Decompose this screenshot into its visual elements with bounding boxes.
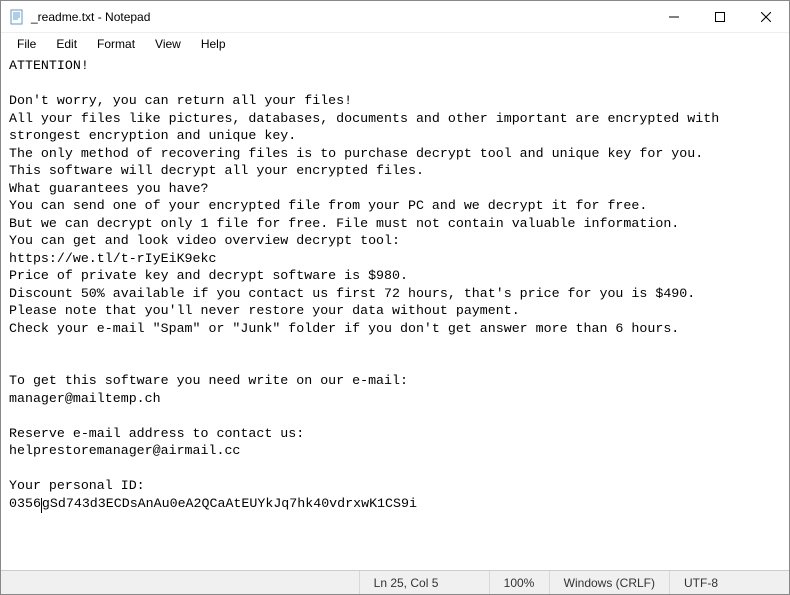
status-encoding: UTF-8	[669, 571, 789, 594]
status-position: Ln 25, Col 5	[359, 571, 489, 594]
menubar: File Edit Format View Help	[1, 33, 789, 55]
menu-help[interactable]: Help	[191, 35, 236, 53]
text-area[interactable]: ATTENTION! Don't worry, you can return a…	[1, 55, 789, 570]
menu-edit[interactable]: Edit	[46, 35, 87, 53]
titlebar: _readme.txt - Notepad	[1, 1, 789, 33]
minimize-button[interactable]	[651, 1, 697, 32]
notepad-icon	[9, 9, 25, 25]
menu-view[interactable]: View	[145, 35, 191, 53]
menu-file[interactable]: File	[7, 35, 46, 53]
status-line-ending: Windows (CRLF)	[549, 571, 669, 594]
close-button[interactable]	[743, 1, 789, 32]
maximize-button[interactable]	[697, 1, 743, 32]
statusbar: Ln 25, Col 5 100% Windows (CRLF) UTF-8	[1, 570, 789, 594]
notepad-window: _readme.txt - Notepad File Edit Format V…	[0, 0, 790, 595]
menu-format[interactable]: Format	[87, 35, 145, 53]
text-before-caret: ATTENTION! Don't worry, you can return a…	[9, 58, 727, 511]
text-after-caret: gSd743d3ECDsAnAu0eA2QCaAtEUYkJq7hk40vdrx…	[42, 496, 417, 511]
text-caret	[41, 498, 42, 513]
status-zoom: 100%	[489, 571, 549, 594]
window-title: _readme.txt - Notepad	[31, 10, 651, 24]
window-controls	[651, 1, 789, 32]
